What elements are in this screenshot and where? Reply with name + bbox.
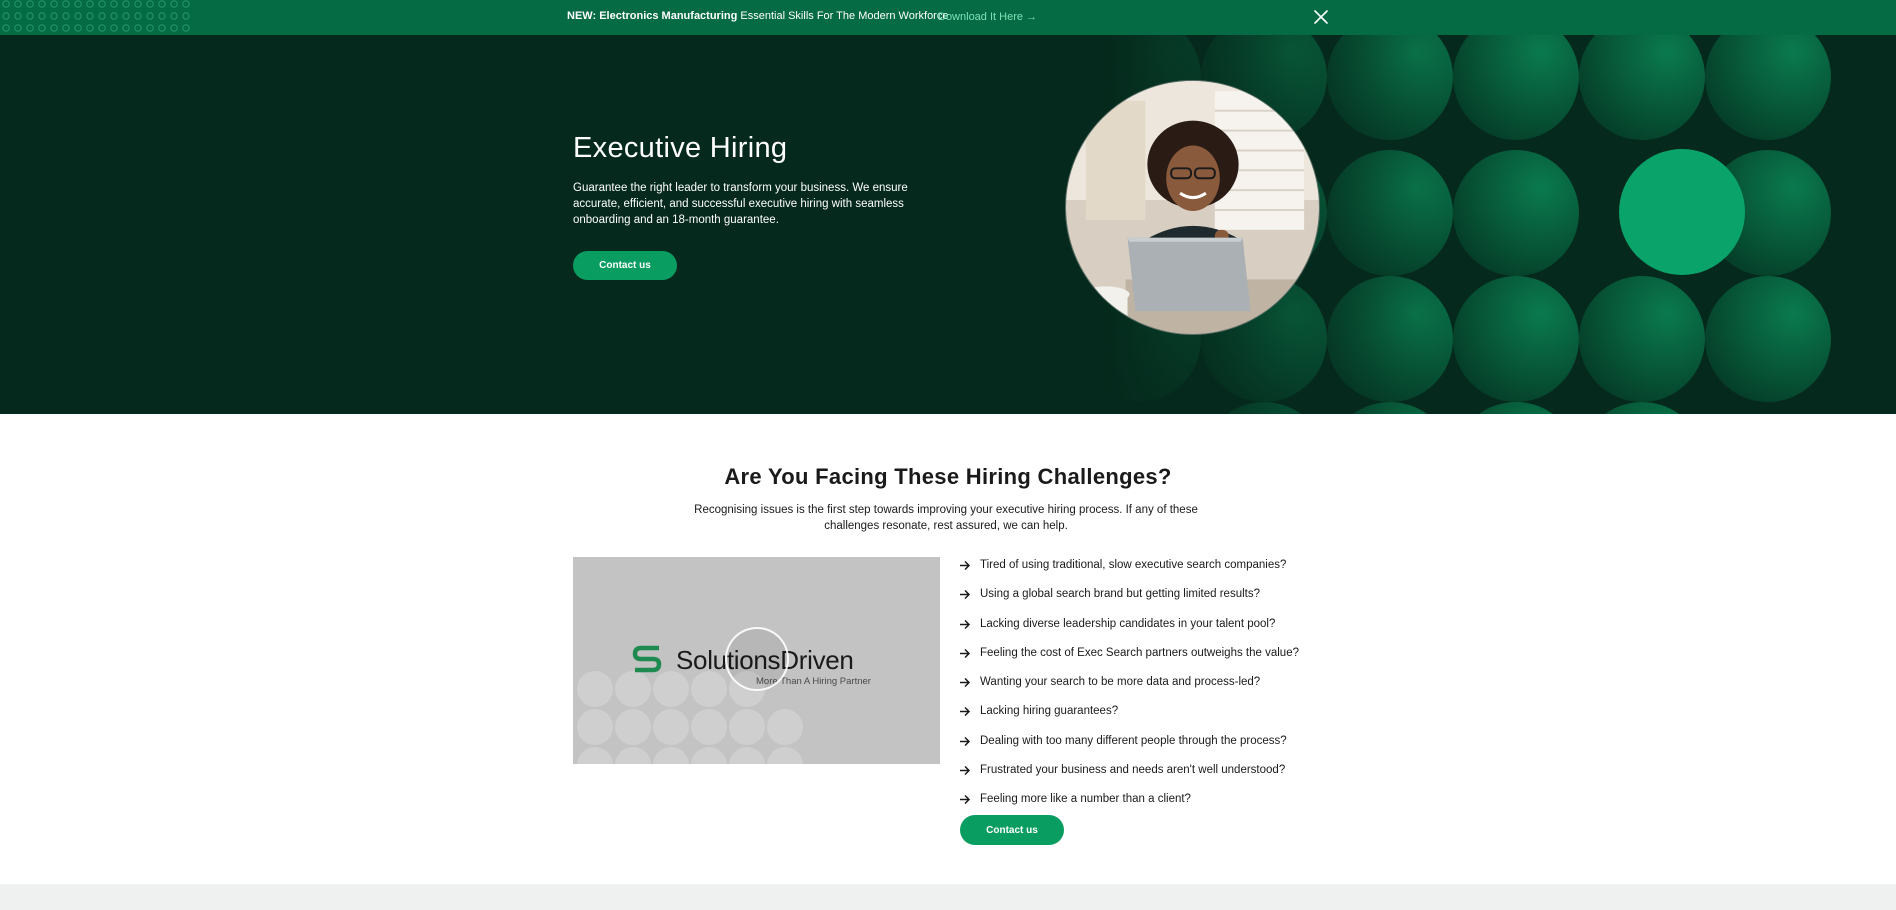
- arrow-right-icon: [960, 678, 971, 688]
- challenges-contact-button[interactable]: Contact us: [960, 815, 1064, 845]
- list-item-label: Frustrated your business and needs aren'…: [980, 764, 1286, 777]
- challenges-section: Are You Facing These Hiring Challenges? …: [0, 414, 1896, 884]
- list-item[interactable]: Tired of using traditional, slow executi…: [958, 557, 1299, 586]
- video-player[interactable]: SolutionsDriven More Than A Hiring Partn…: [573, 557, 940, 764]
- challenges-list: Tired of using traditional, slow executi…: [958, 557, 1299, 821]
- hero-photo: [1065, 80, 1320, 335]
- list-item-label: Lacking diverse leadership candidates in…: [980, 617, 1276, 630]
- announcement-rest: Essential Skills For The Modern Workforc…: [740, 10, 949, 22]
- hero-description: Guarantee the right leader to transform …: [573, 182, 908, 226]
- arrow-right-icon: [960, 560, 971, 571]
- announcement-text: NEW: Electronics Manufacturing Essential…: [567, 10, 948, 22]
- arrow-right-icon: [960, 619, 971, 629]
- list-item[interactable]: Frustrated your business and needs aren'…: [958, 762, 1299, 791]
- challenges-title: Are You Facing These Hiring Challenges?: [724, 464, 1172, 489]
- list-item-label: Dealing with too many different people t…: [980, 734, 1287, 747]
- list-item-label: Tired of using traditional, slow executi…: [980, 559, 1287, 571]
- arrow-right-icon: [960, 766, 971, 776]
- challenges-subtitle: Recognising issues is the first step tow…: [694, 504, 1198, 532]
- list-item[interactable]: Using a global search brand but getting …: [958, 586, 1299, 615]
- announcement-highlight: Electronics Manufacturing: [599, 10, 738, 22]
- list-item-label: Lacking hiring guarantees?: [980, 705, 1119, 718]
- arrow-right-icon: [960, 795, 971, 805]
- hero-contact-button[interactable]: Contact us: [573, 251, 677, 280]
- arrow-right-icon: →: [1026, 11, 1037, 23]
- arrow-right-icon: [960, 590, 971, 600]
- list-item[interactable]: Wanting your search to be more data and …: [958, 674, 1299, 703]
- list-item-label: Feeling more like a number than a client…: [980, 793, 1191, 806]
- list-item[interactable]: Lacking diverse leadership candidates in…: [958, 616, 1299, 645]
- list-item-label: Wanting your search to be more data and …: [980, 676, 1261, 689]
- dot-pattern-decoration: [2, 0, 190, 32]
- download-link[interactable]: Download It Here →: [938, 11, 1037, 23]
- list-item-label: Feeling the cost of Exec Search partners…: [980, 646, 1299, 659]
- list-item-label: Using a global search brand but getting …: [980, 588, 1260, 601]
- hero-section: Executive Hiring Guarantee the right lea…: [0, 35, 1896, 414]
- announcement-prefix: NEW:: [567, 10, 597, 22]
- arrow-right-icon: [960, 648, 971, 658]
- list-item[interactable]: Lacking hiring guarantees?: [958, 703, 1299, 732]
- download-link-label: Download It Here: [938, 11, 1023, 23]
- close-icon[interactable]: [1310, 6, 1332, 28]
- list-item[interactable]: Feeling the cost of Exec Search partners…: [958, 645, 1299, 674]
- announcement-bar: NEW: Electronics Manufacturing Essential…: [0, 0, 1896, 35]
- hero-title: Executive Hiring: [573, 132, 788, 164]
- play-icon[interactable]: [725, 627, 789, 691]
- next-section-edge: [0, 884, 1896, 910]
- arrow-right-icon: [960, 707, 971, 717]
- solutionsdriven-logo-icon: [632, 645, 662, 673]
- list-item[interactable]: Dealing with too many different people t…: [958, 733, 1299, 762]
- arrow-right-icon: [960, 736, 971, 746]
